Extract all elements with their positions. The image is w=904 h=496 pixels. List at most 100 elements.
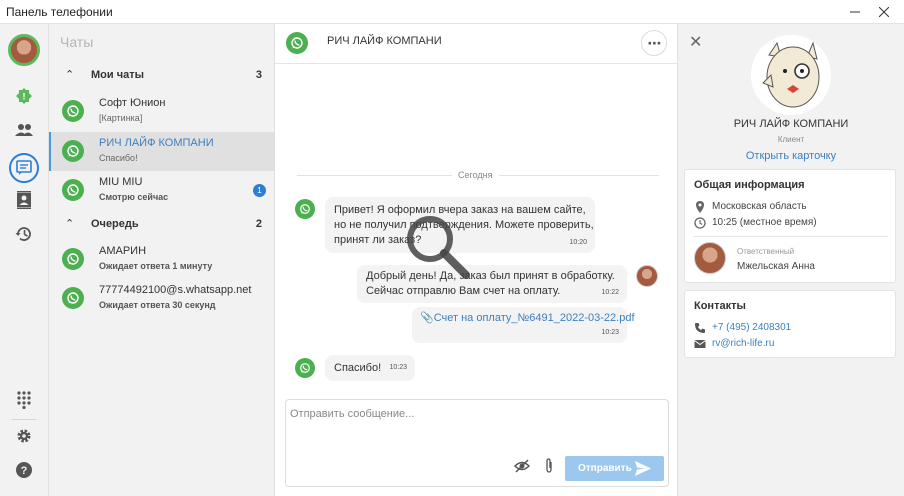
send-label: Отправить — [578, 463, 632, 474]
whatsapp-icon — [295, 358, 315, 378]
dialpad-icon[interactable] — [12, 388, 36, 412]
whatsapp-icon — [62, 179, 84, 201]
settings-icon[interactable] — [12, 424, 36, 448]
message-incoming: Спасибо! 10:23 — [325, 355, 415, 381]
message-line: Сейчас отправлю Вам счет на оплату. — [366, 285, 561, 297]
client-info-panel: ✕ РИЧ ЛАЙФ КОМПАНИ Клиент Открыть карточ… — [678, 24, 904, 496]
chat-list-title: Чаты — [60, 34, 94, 50]
chat-list-panel: Чаты ⌃ Мои чаты 3 Софт Юнион [Картинка] … — [49, 24, 275, 496]
responsible-label: Ответственный — [737, 247, 795, 256]
client-name: РИЧ ЛАЙФ КОМПАНИ — [733, 118, 849, 130]
title-bar: Панель телефонии — [0, 0, 904, 24]
chat-item-miu-miu[interactable]: MIU MIU Смотрю сейчас 1 — [49, 171, 275, 210]
message-outgoing: Добрый день! Да, заказ был принят в обра… — [357, 265, 627, 303]
whatsapp-icon — [62, 140, 84, 162]
chat-item-whatsapp-number[interactable]: 77774492100@s.whatsapp.net Ожидает ответ… — [49, 279, 275, 318]
conversation-header: РИЧ ЛАЙФ КОМПАНИ ⋯ — [275, 24, 678, 64]
user-avatar[interactable] — [8, 34, 40, 66]
clock-icon — [694, 217, 706, 229]
general-info-title: Общая информация — [694, 179, 805, 191]
chat-name: 77774492100@s.whatsapp.net — [99, 284, 252, 296]
more-icon: ⋯ — [647, 34, 662, 51]
whatsapp-icon — [62, 100, 84, 122]
section-count: 3 — [255, 69, 262, 81]
chats-icon[interactable] — [9, 153, 39, 183]
whatsapp-icon — [62, 248, 84, 270]
section-label: Очередь — [91, 218, 139, 230]
paperclip-icon: 📎 — [420, 312, 434, 324]
status-icon[interactable]: ! — [12, 84, 36, 108]
chat-item-soft-union[interactable]: Софт Юнион [Картинка] — [49, 92, 275, 131]
conversation-panel: РИЧ ЛАЙФ КОМПАНИ ⋯ Сегодня Привет! Я офо… — [275, 24, 678, 496]
chat-preview: Смотрю сейчас — [99, 192, 169, 202]
chat-name: Софт Юнион — [99, 97, 166, 109]
svg-text:!: ! — [23, 92, 26, 102]
local-time-text: 10:25 (местное время) — [712, 217, 817, 228]
message-time: 10:22 — [601, 289, 619, 296]
chat-item-rich-life[interactable]: РИЧ ЛАЙФ КОМПАНИ Спасибо! — [49, 132, 275, 171]
close-panel-button[interactable]: ✕ — [689, 32, 702, 52]
region-text: Московская область — [712, 201, 807, 212]
message-input-placeholder: Отправить сообщение... — [290, 408, 415, 420]
date-label: Сегодня — [452, 170, 499, 180]
card-divider — [694, 236, 888, 237]
contacts-icon[interactable] — [12, 118, 36, 142]
section-count: 2 — [255, 218, 262, 230]
message-file: 📎Счет на оплату_№6491_2022-03-22.pdf 10:… — [412, 307, 635, 343]
svg-text:?: ? — [21, 465, 28, 477]
minimize-button[interactable] — [839, 0, 871, 24]
minimize-icon — [850, 11, 860, 13]
unread-badge: 1 — [253, 184, 266, 197]
conversation-title: РИЧ ЛАЙФ КОМПАНИ — [327, 35, 442, 47]
chat-preview: Спасибо! — [99, 153, 138, 163]
file-name: Счет на оплату_№6491_2022-03-22.pdf — [433, 312, 635, 324]
more-options-button[interactable]: ⋯ — [641, 30, 667, 56]
whatsapp-icon — [286, 32, 308, 54]
address-book-icon[interactable] — [12, 188, 36, 212]
chat-preview: [Картинка] — [99, 113, 143, 123]
client-avatar — [751, 35, 831, 115]
message-composer[interactable]: Отправить сообщение... Отправить — [285, 399, 669, 487]
chat-preview: Ожидает ответа 1 минуту — [99, 261, 213, 271]
responsible-name: Мжельская Анна — [737, 261, 815, 272]
email-link[interactable]: rv@rich-life.ru — [712, 338, 774, 349]
attach-icon[interactable] — [542, 458, 556, 474]
phone-icon — [695, 323, 705, 333]
whatsapp-icon — [62, 287, 84, 309]
history-icon[interactable] — [12, 222, 36, 246]
contacts-card: Контакты +7 (495) 2408301 rv@rich-life.r… — [684, 290, 896, 358]
section-label: Мои чаты — [91, 69, 144, 81]
message-text: Спасибо! — [334, 362, 382, 374]
responsible-avatar — [694, 242, 726, 274]
send-button[interactable]: Отправить — [565, 456, 664, 481]
whatsapp-icon — [295, 199, 315, 219]
chat-name: РИЧ ЛАЙФ КОМПАНИ — [99, 137, 214, 149]
chat-name: АМАРИН — [99, 245, 147, 257]
chat-name: MIU MIU — [99, 176, 143, 188]
close-icon — [879, 7, 889, 17]
section-my-chats[interactable]: ⌃ Мои чаты 3 — [49, 63, 275, 89]
close-window-button[interactable] — [868, 0, 900, 24]
operator-avatar — [636, 265, 658, 287]
chevron-up-icon: ⌃ — [65, 218, 75, 230]
contacts-title: Контакты — [694, 300, 746, 312]
chat-item-amarin[interactable]: АМАРИН Ожидает ответа 1 минуту — [49, 240, 275, 279]
help-icon[interactable]: ? — [12, 458, 36, 482]
chevron-up-icon: ⌃ — [65, 69, 75, 81]
section-queue[interactable]: ⌃ Очередь 2 — [49, 212, 275, 238]
chat-preview: Ожидает ответа 30 секунд — [99, 300, 216, 310]
rail-divider — [12, 419, 36, 420]
message-time: 10:23 — [601, 329, 619, 336]
send-icon — [635, 461, 651, 476]
location-pin-icon — [696, 201, 704, 213]
eye-off-icon[interactable] — [514, 458, 530, 474]
email-icon — [694, 340, 706, 348]
nav-rail: ! ? — [0, 24, 49, 496]
message-time: 10:20 — [569, 239, 587, 246]
file-attachment-link[interactable]: 📎Счет на оплату_№6491_2022-03-22.pdf — [420, 311, 635, 326]
phone-link[interactable]: +7 (495) 2408301 — [712, 322, 791, 333]
window-title: Панель телефонии — [6, 5, 113, 19]
open-card-link[interactable]: Открыть карточку — [678, 150, 904, 162]
message-time: 10:23 — [389, 364, 407, 371]
client-role: Клиент — [777, 135, 805, 144]
